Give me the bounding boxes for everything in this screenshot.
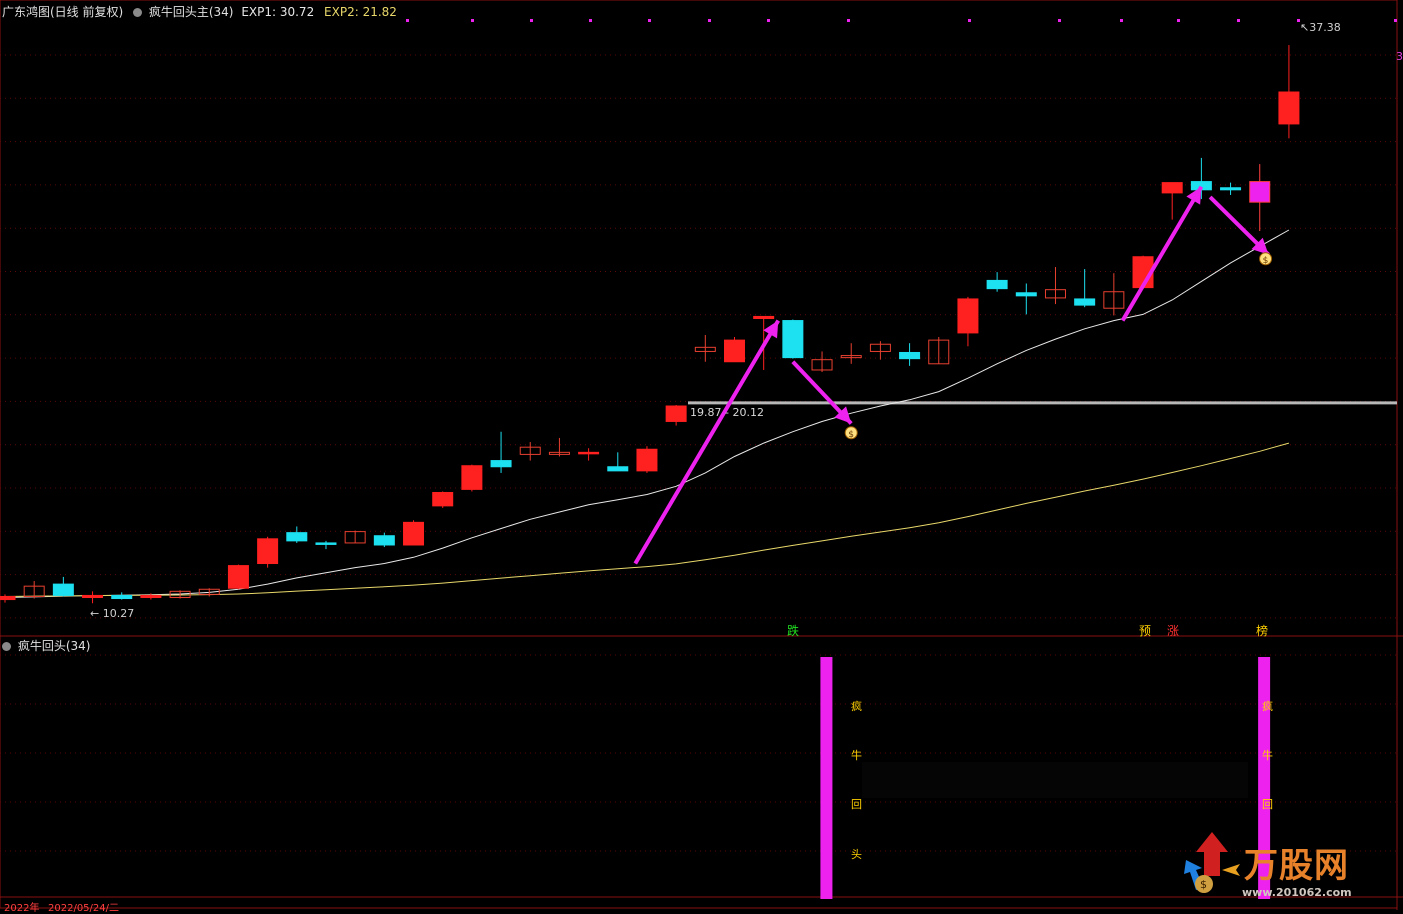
signal-char-1b: 疯 xyxy=(1262,700,1273,713)
top-dot xyxy=(708,19,711,22)
settings-dot-icon[interactable] xyxy=(133,8,143,17)
date-year: 2022年 xyxy=(4,903,40,914)
top-dot xyxy=(1120,19,1123,22)
candle-body xyxy=(432,491,454,507)
watermark-title: 万股网 xyxy=(1244,846,1349,886)
high-price-label: ↖37.38 xyxy=(1300,21,1341,34)
candle-body xyxy=(373,535,395,546)
candle-body xyxy=(957,298,979,334)
signal-char-3a: 回 xyxy=(851,798,862,811)
candle-body xyxy=(227,565,249,589)
signal-char-2a: 牛 xyxy=(851,749,862,762)
signal-char-2b: 牛 xyxy=(1262,749,1273,762)
candle-body xyxy=(1249,181,1271,203)
candle-body xyxy=(111,594,133,600)
candle-body xyxy=(461,465,483,490)
stock-title: 广东鸿图(日线 前复权) xyxy=(2,5,124,19)
candle-body xyxy=(140,594,162,598)
trend-arrows: $$ xyxy=(633,185,1273,565)
signal-bar xyxy=(820,657,833,899)
right-edge-label: 3 xyxy=(1396,50,1403,63)
candle-body xyxy=(636,448,658,472)
candle-body xyxy=(753,315,775,320)
exp1-value: EXP1: 30.72 xyxy=(241,5,315,19)
marker-yu: 预 xyxy=(1139,624,1152,638)
candle-body xyxy=(1161,182,1183,194)
signal-char-1a: 疯 xyxy=(851,700,862,713)
top-dot xyxy=(1237,19,1240,22)
signal-char-4a: 头 xyxy=(851,848,862,861)
watermark-logo: $ 万股网 www.201062.com xyxy=(1182,830,1382,902)
signal-char-3b: 回 xyxy=(1262,798,1273,811)
candle-body xyxy=(286,532,308,542)
candle-body xyxy=(578,451,600,455)
candle-body xyxy=(1074,298,1096,306)
candles xyxy=(0,45,1300,604)
candle-body xyxy=(0,595,16,601)
candle-body xyxy=(607,466,629,472)
candle-body xyxy=(1220,187,1242,191)
svg-text:$: $ xyxy=(1200,878,1207,891)
candle-body xyxy=(782,320,804,359)
date-current: 2022/05/24/二 xyxy=(48,903,120,914)
candle-body xyxy=(315,542,337,545)
candle-body xyxy=(986,279,1008,290)
money-bag-symbol: $ xyxy=(848,430,854,440)
low-price-label: ← 10.27 xyxy=(90,607,135,620)
top-dot xyxy=(1394,19,1397,22)
marker-zhang: 涨 xyxy=(1167,624,1180,638)
top-dot xyxy=(1058,19,1061,22)
candle-body xyxy=(1015,292,1037,297)
exp2-value: EXP2: 21.82 xyxy=(324,5,397,19)
candle-body xyxy=(1278,91,1300,125)
top-dot xyxy=(767,19,770,22)
candle-body xyxy=(52,583,74,596)
top-dot xyxy=(406,19,409,22)
candle-body xyxy=(724,339,745,363)
sub-dark-band xyxy=(862,762,1248,798)
candle-body xyxy=(82,594,104,598)
money-bag-symbol: $ xyxy=(1263,256,1269,266)
trend-arrow-line xyxy=(1120,185,1204,322)
marker-bang: 榜 xyxy=(1256,624,1269,638)
top-dot xyxy=(648,19,651,22)
logo-icon: $ xyxy=(1184,832,1240,893)
sub-header: 疯牛回头(34) xyxy=(2,639,90,653)
candle-body xyxy=(257,538,279,565)
top-dot xyxy=(530,19,533,22)
candle-body xyxy=(899,351,921,360)
top-dot xyxy=(968,19,971,22)
top-dot xyxy=(589,19,592,22)
top-dot xyxy=(471,19,474,22)
chart-canvas: $$ xyxy=(0,0,1403,910)
trend-arrow-line xyxy=(633,319,780,565)
top-dot xyxy=(847,19,850,22)
candle-body xyxy=(490,460,512,468)
sub-settings-dot-icon[interactable] xyxy=(2,642,11,651)
top-dot xyxy=(1177,19,1180,22)
watermark-url: www.201062.com xyxy=(1242,886,1352,899)
marker-die: 跌 xyxy=(787,624,800,638)
candle-body xyxy=(665,405,687,422)
main-header: 广东鸿图(日线 前复权) 疯牛回头主(34) EXP1: 30.72 EXP2:… xyxy=(2,5,397,19)
indicator-name: 疯牛回头主(34) xyxy=(148,5,234,19)
range-label: 19.87 - 20.12 xyxy=(690,406,764,419)
sub-indicator-name: 疯牛回头(34) xyxy=(17,639,91,653)
candle-body xyxy=(403,521,425,546)
